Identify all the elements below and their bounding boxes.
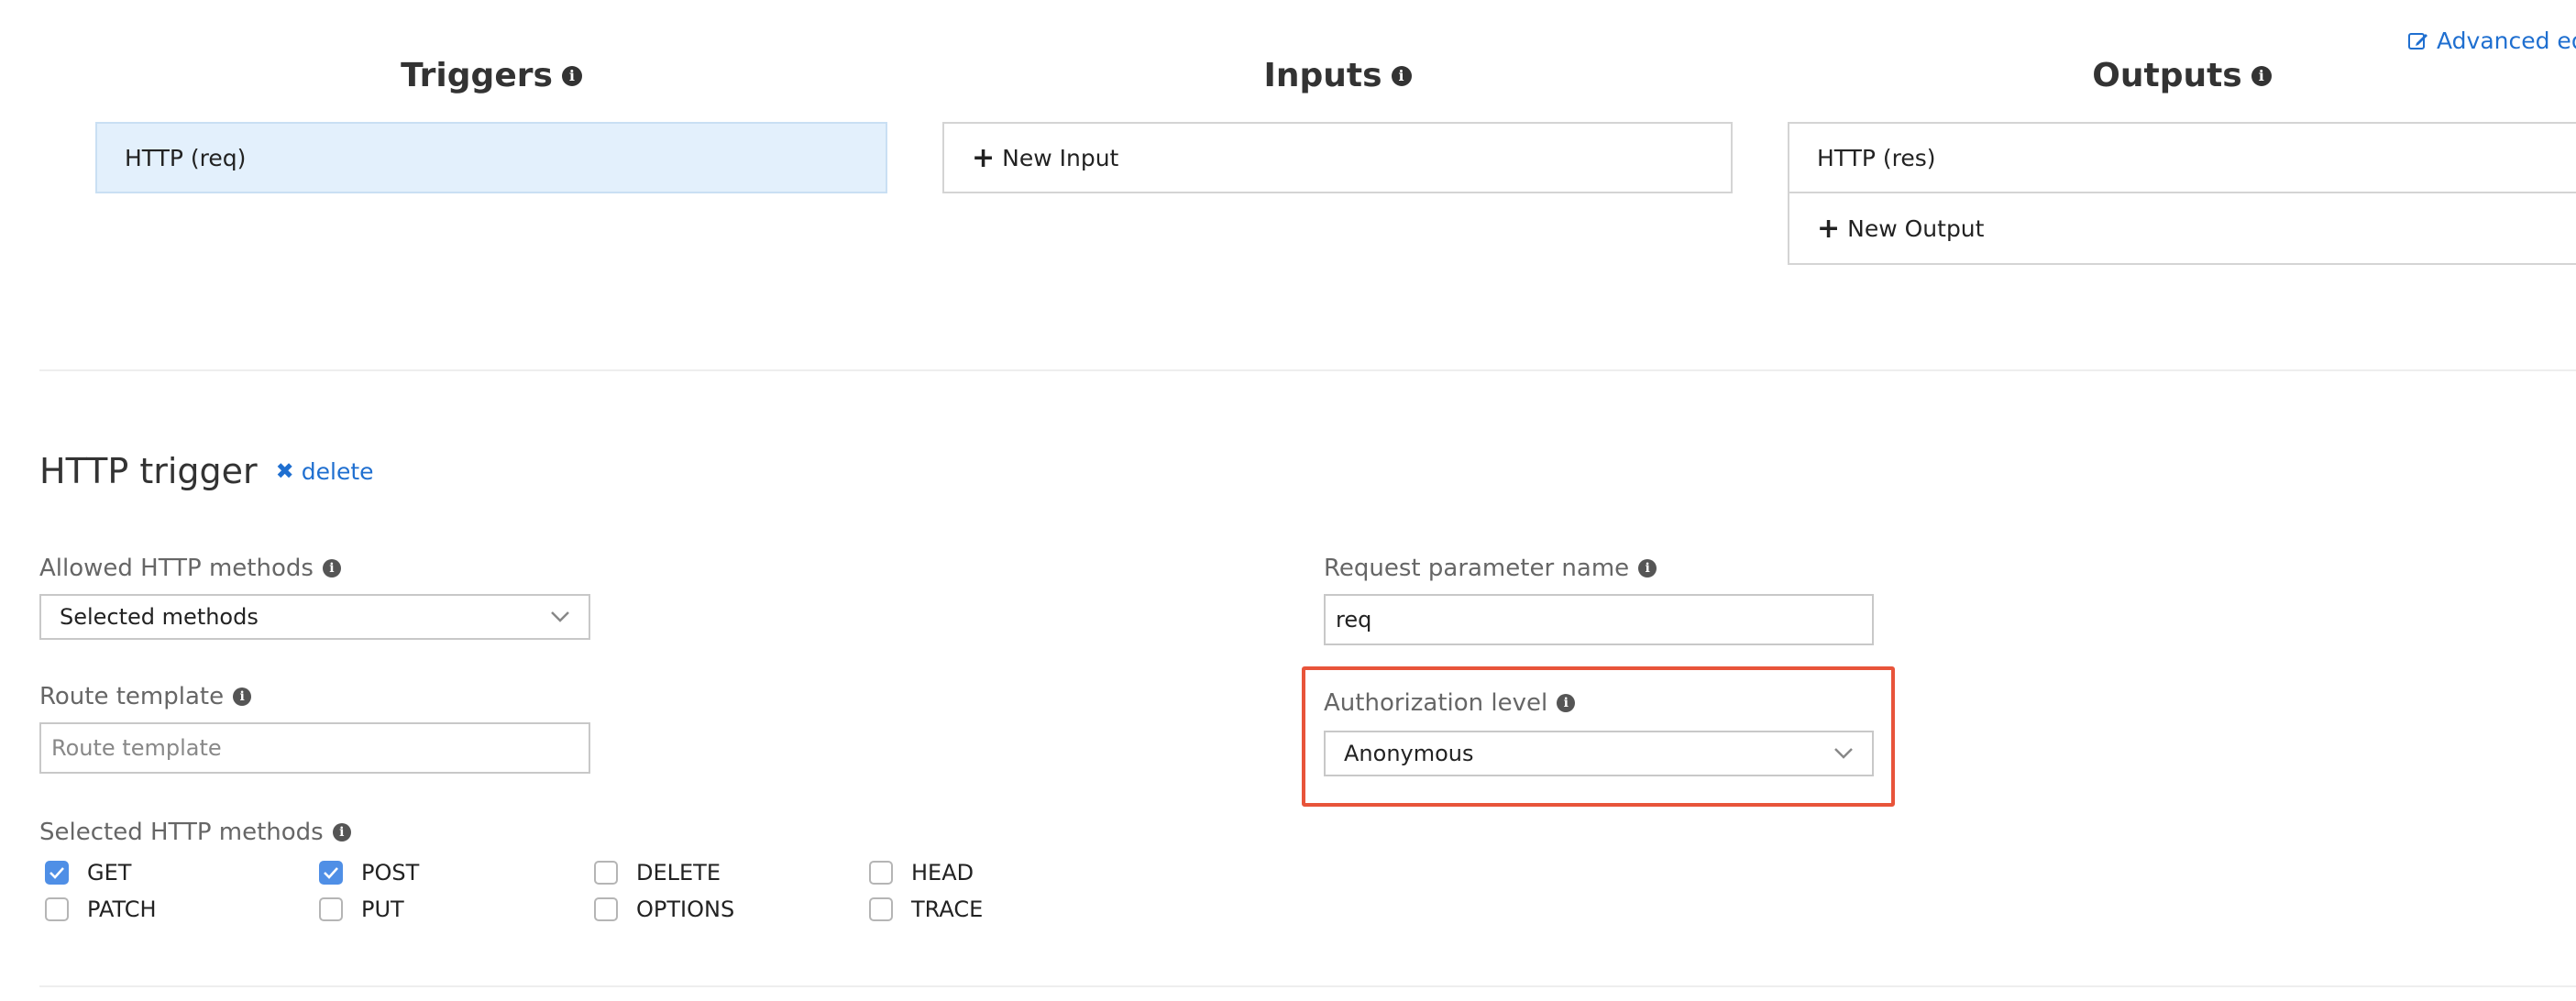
inputs-heading: Inputs i (942, 57, 1733, 94)
info-icon[interactable]: i (1391, 65, 1412, 86)
selected-methods-label: Selected HTTP methods i (39, 817, 351, 848)
info-icon[interactable]: i (322, 559, 341, 578)
chevron-down-icon (1834, 748, 1853, 759)
checkbox[interactable] (869, 861, 893, 885)
new-output-label: New Output (1847, 214, 1985, 242)
delete-label: delete (301, 457, 374, 485)
inputs-title: Inputs (1263, 57, 1382, 94)
method-checkbox-head[interactable]: HEAD (869, 860, 974, 886)
triggers-heading: Triggers i (95, 57, 887, 94)
allowed-methods-label: Allowed HTTP methods i (39, 553, 341, 584)
auth-level-select[interactable]: Anonymous (1324, 731, 1874, 776)
trigger-item-http-req[interactable]: HTTP (req) (95, 122, 887, 193)
route-template-input[interactable]: Route template (39, 722, 590, 774)
trigger-item-label: HTTP (req) (125, 144, 247, 171)
section-divider (39, 369, 2576, 371)
method-checkbox-delete[interactable]: DELETE (594, 860, 721, 886)
method-label: POST (361, 860, 420, 886)
output-item-label: HTTP (res) (1817, 144, 1936, 171)
chevron-down-icon (551, 611, 569, 622)
checkbox[interactable] (869, 897, 893, 921)
method-label: PUT (361, 896, 404, 922)
request-param-label: Request parameter name i (1324, 553, 1657, 584)
triggers-title: Triggers (401, 57, 553, 94)
bottom-divider (39, 985, 2576, 987)
advanced-editor-link[interactable]: Advanced edito (2407, 28, 2576, 54)
method-label: HEAD (911, 860, 974, 886)
method-checkbox-patch[interactable]: PATCH (45, 896, 157, 922)
allowed-methods-text: Allowed HTTP methods (39, 555, 314, 582)
auth-level-label: Authorization level i (1324, 688, 1576, 719)
checkbox[interactable] (319, 861, 343, 885)
checkbox[interactable] (594, 897, 618, 921)
checkbox[interactable] (45, 897, 69, 921)
auth-level-value: Anonymous (1344, 741, 1474, 766)
method-checkbox-options[interactable]: OPTIONS (594, 896, 734, 922)
method-label: GET (87, 860, 132, 886)
method-checkbox-trace[interactable]: TRACE (869, 896, 983, 922)
info-icon[interactable]: i (561, 65, 582, 86)
info-icon[interactable]: i (1557, 694, 1576, 712)
info-icon[interactable]: i (2251, 65, 2272, 86)
selected-methods-text: Selected HTTP methods (39, 819, 324, 846)
close-icon: ✖ (275, 458, 294, 484)
trigger-panel-header: HTTP trigger ✖ delete (39, 451, 374, 491)
new-input-label: New Input (1002, 144, 1119, 171)
new-input-button[interactable]: + New Input (942, 122, 1733, 193)
outputs-title: Outputs (2092, 57, 2242, 94)
allowed-methods-select[interactable]: Selected methods (39, 594, 590, 640)
trigger-panel-title: HTTP trigger (39, 451, 258, 491)
info-icon[interactable]: i (233, 688, 252, 706)
route-template-text: Route template (39, 683, 225, 710)
delete-link[interactable]: ✖ delete (276, 458, 374, 485)
route-template-placeholder: Route template (51, 735, 222, 761)
checkbox[interactable] (45, 861, 69, 885)
method-label: OPTIONS (636, 896, 735, 922)
method-label: TRACE (911, 896, 984, 922)
advanced-editor-label: Advanced edito (2437, 28, 2576, 54)
method-label: PATCH (87, 896, 157, 922)
info-icon[interactable]: i (1638, 559, 1657, 578)
request-param-value: req (1336, 607, 1372, 632)
method-label: DELETE (636, 860, 721, 886)
allowed-methods-value: Selected methods (60, 604, 259, 630)
output-item-http-res[interactable]: HTTP (res) (1788, 122, 2576, 193)
checkbox[interactable] (319, 897, 343, 921)
plus-icon: + (972, 141, 996, 174)
edit-icon (2408, 32, 2427, 50)
method-checkbox-put[interactable]: PUT (319, 896, 404, 922)
auth-level-text: Authorization level (1324, 689, 1548, 717)
info-icon[interactable]: i (332, 823, 351, 842)
request-param-input[interactable]: req (1324, 594, 1874, 645)
new-output-button[interactable]: + New Output (1788, 193, 2576, 265)
outputs-heading: Outputs i (1788, 57, 2576, 94)
method-checkbox-get[interactable]: GET (45, 860, 131, 886)
method-checkbox-post[interactable]: POST (319, 860, 419, 886)
checkbox[interactable] (594, 861, 618, 885)
request-param-text: Request parameter name (1324, 555, 1630, 582)
route-template-label: Route template i (39, 681, 252, 712)
plus-icon: + (1817, 212, 1841, 245)
